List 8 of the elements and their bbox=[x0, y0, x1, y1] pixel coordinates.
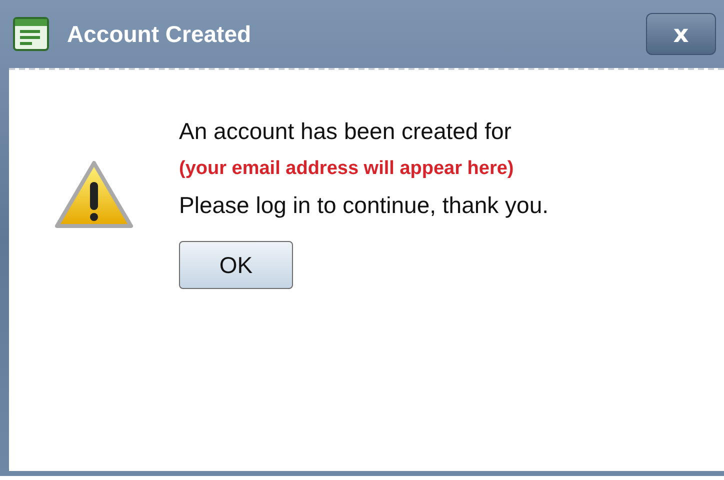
ok-button[interactable]: OK bbox=[179, 241, 293, 289]
window-title: Account Created bbox=[67, 20, 252, 48]
window-icon bbox=[13, 17, 49, 51]
warning-icon bbox=[54, 160, 134, 230]
email-placeholder-text: (your email address will appear here) bbox=[179, 157, 515, 181]
message-text: An account has been created for bbox=[179, 117, 512, 146]
close-button[interactable]: x bbox=[646, 13, 716, 55]
message-text: Please log in to continue, thank you. bbox=[179, 191, 549, 220]
